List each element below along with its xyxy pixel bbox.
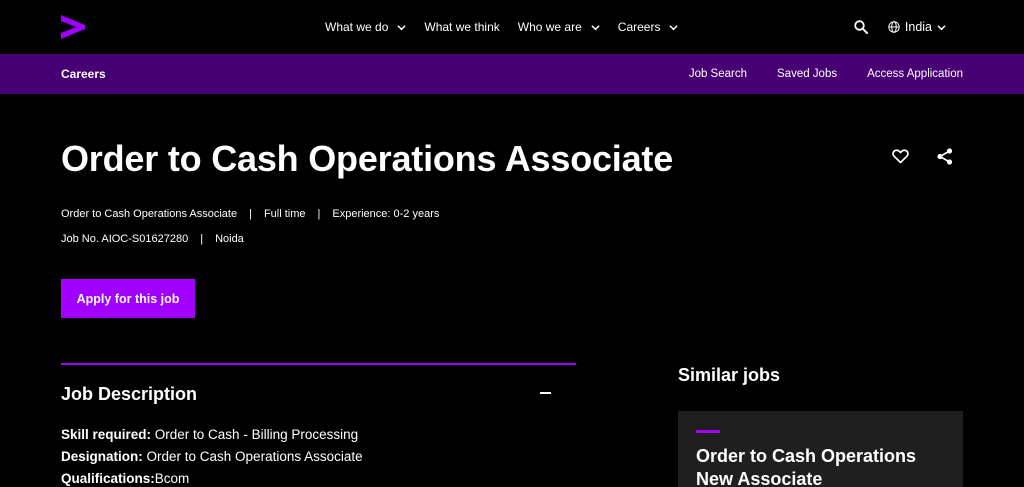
nav-who-we-are-label: Who we are bbox=[517, 20, 582, 34]
job-meta-line-2: Job No. AIOC-S01627280 | Noida bbox=[61, 233, 244, 245]
designation-line: Designation: Order to Cash Operations As… bbox=[61, 449, 363, 464]
chevron-down-icon bbox=[591, 24, 600, 30]
qualifications-value: Bcom bbox=[154, 471, 190, 486]
meta-separator: | bbox=[249, 208, 252, 220]
access-application-link[interactable]: Access Application bbox=[867, 68, 963, 80]
section-divider bbox=[61, 363, 576, 365]
job-role: Order to Cash Operations Associate bbox=[61, 208, 238, 220]
chevron-down-icon bbox=[937, 24, 946, 30]
meta-separator: | bbox=[317, 208, 321, 220]
apply-button[interactable]: Apply for this job bbox=[61, 279, 195, 318]
similar-jobs-heading: Similar jobs bbox=[678, 365, 781, 385]
nav-what-we-do[interactable]: What we do bbox=[325, 20, 406, 34]
similar-job-title[interactable]: Order to Cash Operations New Associate bbox=[696, 445, 946, 487]
minus-icon[interactable] bbox=[540, 392, 551, 394]
job-title: Order to Cash Operations Associate bbox=[61, 138, 674, 179]
nav-careers[interactable]: Careers bbox=[618, 20, 679, 34]
job-type: Full time bbox=[263, 208, 306, 220]
nav-what-we-do-label: What we do bbox=[325, 20, 389, 34]
subnav-links: Job Search Saved Jobs Access Application bbox=[659, 54, 963, 94]
top-navigation: What we do What we think Who we are Care… bbox=[0, 0, 1024, 54]
careers-home-link[interactable]: Careers bbox=[61, 67, 106, 81]
globe-icon bbox=[888, 21, 900, 33]
nav-what-we-think[interactable]: What we think bbox=[424, 20, 499, 34]
skill-value: Order to Cash - Billing Processing bbox=[151, 427, 359, 442]
share-icon[interactable] bbox=[937, 148, 953, 165]
skill-required-line: Skill required: Order to Cash - Billing … bbox=[61, 427, 358, 442]
nav-what-we-think-label: What we think bbox=[424, 20, 500, 34]
heart-icon[interactable] bbox=[892, 149, 909, 164]
search-icon[interactable] bbox=[854, 20, 868, 34]
chevron-down-icon bbox=[397, 24, 406, 30]
designation-value: Order to Cash Operations Associate bbox=[142, 449, 363, 464]
accenture-logo-icon[interactable] bbox=[60, 14, 86, 40]
job-experience: Experience: 0-2 years bbox=[332, 208, 440, 220]
qualifications-line: Qualifications:Bcom bbox=[61, 471, 189, 486]
country-selector[interactable]: India bbox=[888, 20, 946, 34]
careers-subnav: Careers Job Search Saved Jobs Access App… bbox=[0, 54, 1024, 94]
designation-label: Designation: bbox=[61, 449, 143, 464]
saved-jobs-link[interactable]: Saved Jobs bbox=[777, 68, 837, 80]
nav-who-we-are[interactable]: Who we are bbox=[518, 20, 600, 34]
main-nav: What we do What we think Who we are Care… bbox=[325, 0, 696, 54]
chevron-down-icon bbox=[669, 24, 679, 30]
utility-nav: India bbox=[854, 0, 946, 54]
job-meta-line-1: Order to Cash Operations Associate | Ful… bbox=[61, 208, 439, 220]
job-search-link[interactable]: Job Search bbox=[689, 68, 747, 80]
job-location: Noida bbox=[215, 233, 244, 245]
job-number: Job No. AIOC-S01627280 bbox=[61, 233, 189, 245]
skill-label: Skill required: bbox=[61, 427, 152, 442]
similar-job-card[interactable]: Order to Cash Operations New Associate bbox=[678, 411, 963, 487]
job-description-heading[interactable]: Job Description bbox=[61, 384, 197, 405]
country-label: India bbox=[904, 20, 932, 34]
card-accent-bar bbox=[696, 430, 720, 433]
meta-separator: | bbox=[200, 233, 204, 245]
nav-careers-label: Careers bbox=[617, 20, 661, 34]
qualifications-label: Qualifications: bbox=[61, 471, 155, 486]
